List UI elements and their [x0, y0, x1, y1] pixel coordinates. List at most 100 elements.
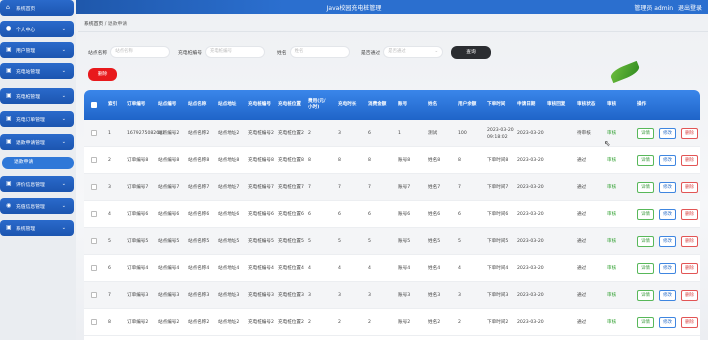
sidebar-item-home[interactable]: ⌂ 系统首页	[0, 0, 74, 16]
detail-button[interactable]: 详情	[637, 182, 654, 193]
edit-button[interactable]: 修改	[659, 209, 676, 220]
edit-button[interactable]: 修改	[659, 236, 676, 247]
row-delete-button[interactable]: 删除	[681, 209, 698, 220]
audit-link[interactable]: 审核	[607, 201, 627, 228]
user-area: 管理员 admin 退出登录	[631, 3, 702, 12]
detail-button[interactable]: 详情	[637, 236, 654, 247]
sidebar-item-label: 退款申请管理	[16, 140, 45, 146]
sidebar-item-profile[interactable]: ● 个人中心 ⌄	[0, 21, 74, 37]
cell-reply	[547, 147, 575, 174]
cell-reply	[547, 255, 575, 282]
cell-fee: 8	[308, 158, 311, 163]
cell-sname: 站点名称8	[188, 158, 210, 163]
cell-otime: 下单时间5	[487, 239, 509, 244]
row-checkbox[interactable]	[91, 292, 97, 298]
delete-button[interactable]: 删除	[88, 68, 117, 81]
edit-button[interactable]: 修改	[659, 263, 676, 274]
review-icon: ▣	[6, 180, 12, 187]
cell-order: 1679275082641	[127, 131, 165, 136]
row-checkbox[interactable]	[91, 184, 97, 190]
sidebar-item-users[interactable]: ▣ 用户管理 ⌄	[0, 42, 74, 58]
detail-button[interactable]: 详情	[637, 263, 654, 274]
row-checkbox[interactable]	[91, 157, 97, 163]
search-button[interactable]: 查询	[451, 46, 491, 59]
cell-idx: 3	[108, 185, 111, 190]
cell-bal: 7	[458, 185, 461, 190]
cell-fee: 4	[308, 266, 311, 271]
audit-link[interactable]: 审核	[607, 228, 627, 255]
cell-order: 订单编号4	[127, 266, 149, 271]
detail-button[interactable]: 详情	[637, 128, 654, 139]
detail-button[interactable]: 详情	[637, 155, 654, 166]
audit-link[interactable]: 审核	[607, 147, 627, 174]
edit-button[interactable]: 修改	[659, 317, 676, 328]
sidebar-subitem-refund-apply[interactable]: 退款申请	[2, 157, 74, 169]
sidebar-item-refunds[interactable]: ▣ 退款申请管理 ⌄	[0, 134, 74, 150]
station-icon: ▣	[6, 67, 12, 74]
audit-link[interactable]: 审核	[607, 309, 627, 336]
row-delete-button[interactable]: 删除	[681, 263, 698, 274]
station-name-input[interactable]: 站点名称	[110, 46, 171, 58]
cell-dur: 8	[338, 158, 341, 163]
row-checkbox[interactable]	[91, 211, 97, 217]
row-delete-button[interactable]: 删除	[681, 155, 698, 166]
name-input[interactable]: 姓名	[289, 46, 350, 58]
pile-no-input[interactable]: 充电桩编号	[205, 46, 265, 58]
row-checkbox[interactable]	[91, 238, 97, 244]
cell-sno: 站点编号7	[158, 185, 180, 190]
edit-button[interactable]: 修改	[659, 182, 676, 193]
row-checkbox[interactable]	[91, 319, 97, 325]
sidebar-item-system[interactable]: ▣ 系统管理 ⌄	[0, 220, 74, 236]
cell-saddr: 站点地址8	[218, 158, 240, 163]
cell-fee: 2	[308, 320, 311, 325]
cell-acct: 账号2	[398, 320, 411, 325]
row-delete-button[interactable]: 删除	[681, 317, 698, 328]
cell-reply	[547, 282, 575, 309]
cell-otime: 2023-03-20 09:18:02	[487, 127, 514, 140]
edit-button[interactable]: 修改	[659, 290, 676, 301]
table-header: 索引 订单编号 站点编号 站点名称 站点地址 充电桩编号 充电桩位置 费用(元/…	[84, 90, 700, 120]
cell-pos: 充电桩位置2	[278, 131, 304, 136]
row-checkbox[interactable]	[91, 265, 97, 271]
sidebar-item-label: 用户管理	[16, 48, 36, 54]
audit-link[interactable]: 审核	[607, 255, 627, 282]
approved-select[interactable]: 是否通过 ⌄	[383, 46, 444, 58]
cell-acct: 账号7	[398, 185, 411, 190]
cell-sno: 站点编号2	[158, 131, 180, 136]
detail-button[interactable]: 详情	[637, 317, 654, 328]
cell-otime: 下单时间6	[487, 212, 509, 217]
cell-name: 姓名4	[428, 266, 441, 271]
row-delete-button[interactable]: 删除	[681, 236, 698, 247]
row-delete-button[interactable]: 删除	[681, 182, 698, 193]
audit-link[interactable]: 审核	[607, 282, 627, 309]
table-row: 4 订单编号6 站点编号6 站点名称6 站点地址6 充电桩编号6 充电桩位置6 6 6 6 账号6 姓…	[84, 201, 700, 228]
cell-adate: 2023-03-20	[517, 293, 544, 298]
cell-bal: 4	[458, 266, 461, 271]
sidebar-item-recharge[interactable]: ◉ 充值信息管理 ⌄	[0, 198, 74, 214]
edit-button[interactable]: 修改	[659, 155, 676, 166]
select-all-checkbox[interactable]	[91, 102, 97, 108]
col-header: 账号	[398, 102, 408, 107]
cell-otime: 下单时间2	[487, 320, 509, 325]
cell-bal: 2	[458, 320, 461, 325]
row-delete-button[interactable]: 删除	[681, 290, 698, 301]
sidebar-item-stations[interactable]: ▣ 充电站管理 ⌄	[0, 63, 74, 79]
cell-reply	[547, 309, 575, 336]
breadcrumb-home[interactable]: 系统首页	[84, 22, 103, 27]
sidebar-item-reviews[interactable]: ▣ 评价信息管理 ⌄	[0, 176, 74, 192]
cell-adate: 2023-03-20	[517, 266, 544, 271]
row-delete-button[interactable]: 删除	[681, 128, 698, 139]
logout-link[interactable]: 退出登录	[678, 5, 702, 12]
sidebar-item-label: 评价信息管理	[16, 182, 45, 188]
data-table: 索引 订单编号 站点编号 站点名称 站点地址 充电桩编号 充电桩位置 费用(元/…	[84, 90, 700, 340]
leaf-decoration	[608, 60, 642, 84]
audit-link[interactable]: 审核	[607, 174, 627, 201]
cell-pile: 充电桩编号7	[248, 185, 274, 190]
detail-button[interactable]: 详情	[637, 209, 654, 220]
edit-button[interactable]: 修改	[659, 128, 676, 139]
detail-button[interactable]: 详情	[637, 290, 654, 301]
sidebar-item-chargers[interactable]: ▣ 充电桩管理 ⌄	[0, 88, 74, 104]
row-checkbox[interactable]	[91, 130, 97, 136]
cell-status: 通过	[577, 266, 587, 271]
sidebar-item-orders[interactable]: ▣ 充电订单管理 ⌄	[0, 111, 74, 127]
